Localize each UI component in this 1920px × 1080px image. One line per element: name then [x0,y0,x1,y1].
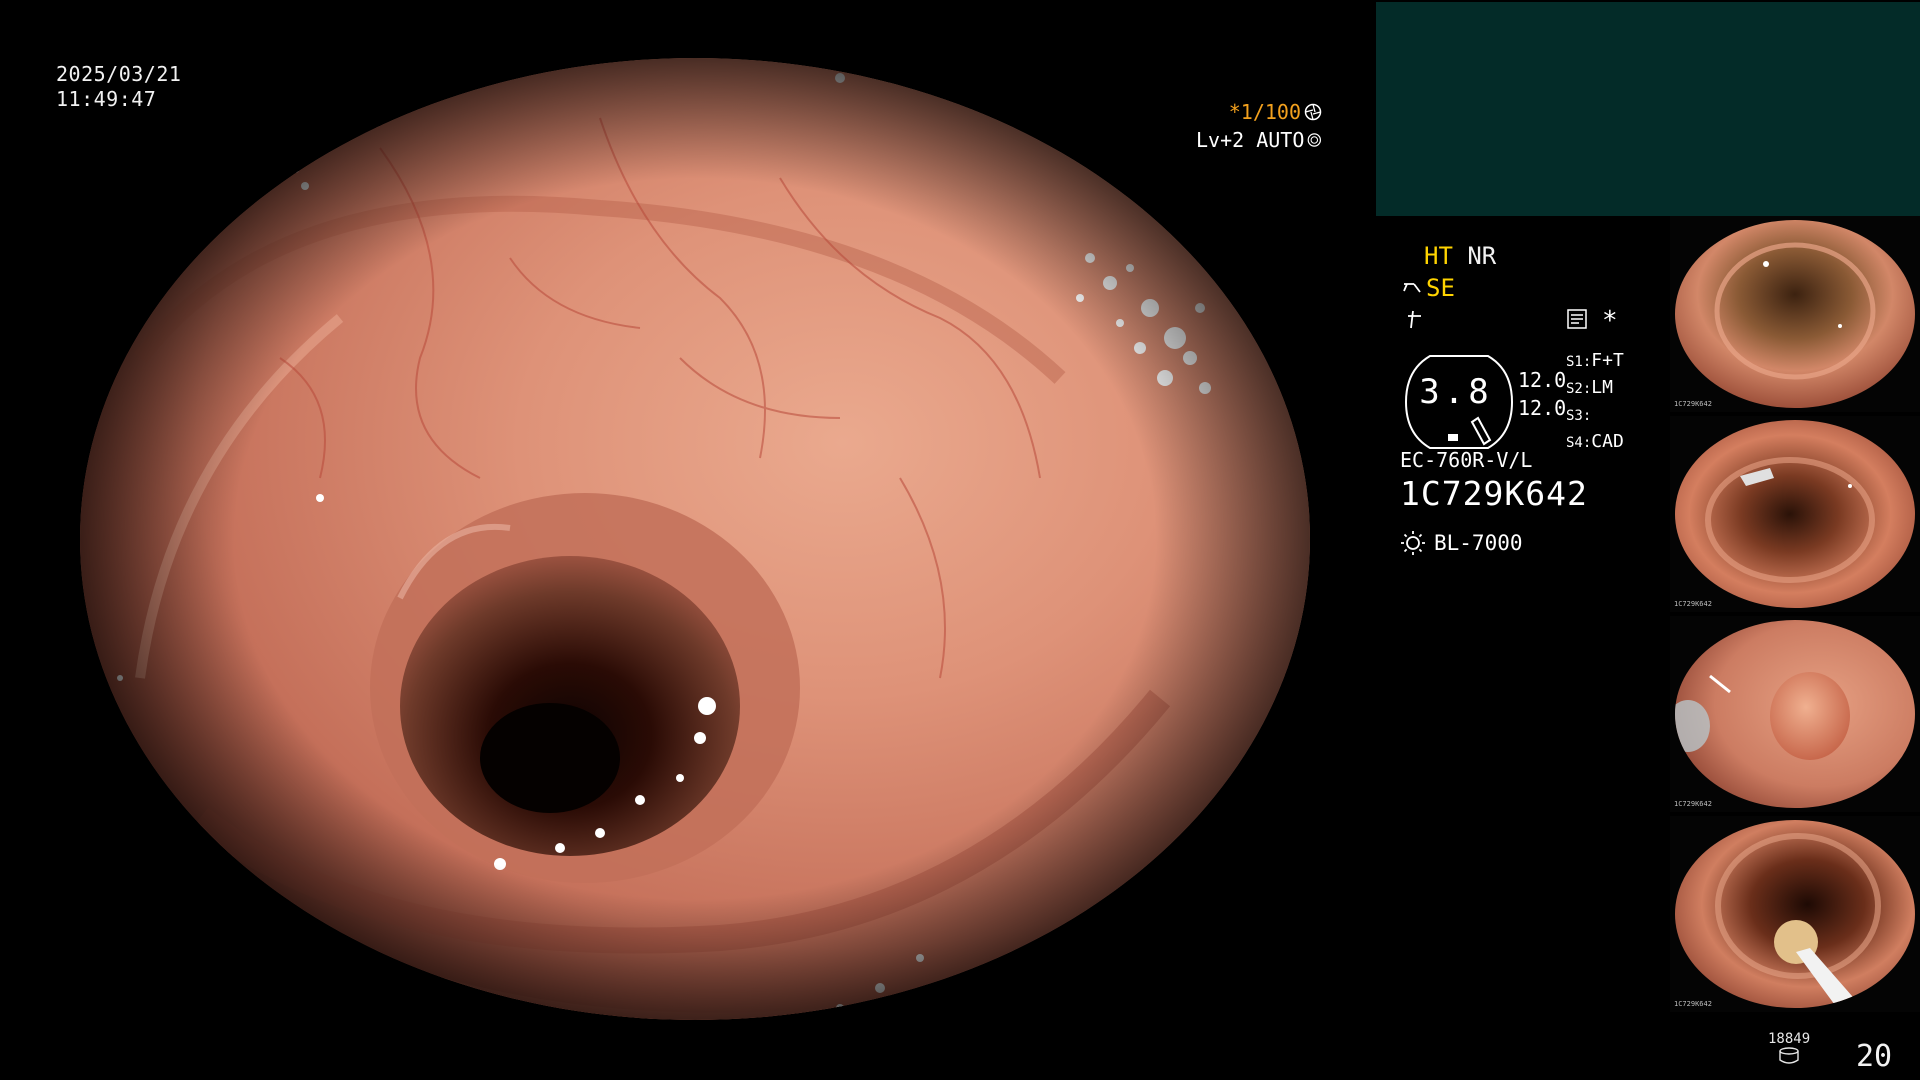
intensity-value-2: 12.0 [1518,396,1567,420]
slot-1: S1:F+T [1566,348,1624,375]
slot-label: S1: [1566,354,1592,370]
thumbnail[interactable]: 1C729K642 [1670,416,1920,612]
slot-2: S2:LM [1566,375,1624,402]
scope-serial: 1C729K642 [1400,474,1588,513]
processing-modes: HT NR [1424,242,1496,270]
thumbnail[interactable]: 1C729K642 [1670,816,1920,1012]
thumbnail-image [1675,420,1915,608]
stored-image-count: 18849 [1768,1031,1811,1047]
thumbnail-image [1675,220,1915,408]
light-source: BL-7000 [1400,530,1523,556]
thumbnail-strip: 1C729K642 1C729K642 1C729K642 1C729K642 [1670,216,1920,1016]
thumbnail[interactable]: 1C729K642 [1670,616,1920,812]
structure-enhance-icon [1403,283,1421,293]
slot-label: S2: [1566,381,1592,397]
structure-enhance: SE [1402,274,1455,302]
slot-3: S3: [1566,402,1624,429]
brightness-level: Lv+2 AUTO [1196,128,1305,152]
thumbnail-image [1675,820,1915,1008]
thumbnail-serial: 1C729K642 [1674,400,1712,408]
storage-icon [1779,1047,1799,1064]
thumbnail[interactable]: 1C729K642 [1670,216,1920,412]
thumbnail-serial: 1C729K642 [1674,800,1712,808]
thumbnail-image [1675,620,1915,808]
freeze-icon [1408,310,1421,329]
asterisk-mark: * [1602,306,1618,336]
scope-model: EC-760R-V/L [1400,448,1533,472]
slot-label: S3: [1566,408,1592,424]
gauge-value: 3.8 [1419,372,1493,412]
iris-icon [1307,133,1322,147]
exposure-readout: *1/100 Lv+2 AUTO [1196,98,1322,154]
nr-mode: NR [1467,242,1497,270]
thumbnail-serial: 1C729K642 [1674,1000,1712,1008]
memo-icon [1567,309,1587,329]
sun-icon [1401,531,1425,555]
thumbnail-serial: 1C729K642 [1674,600,1712,608]
settings-panel: HT NR SE * 3.8 12.0 12.0 S1:F+T S2:LM S3… [1376,216,1666,646]
intensity-values: 12.0 12.0 [1518,366,1566,422]
aperture-icon [1304,103,1322,121]
ht-mode: HT [1424,242,1453,270]
endoscopic-view [80,58,1310,1020]
colon-lumen-image [80,58,1310,1020]
slot-label: S4: [1566,435,1592,451]
intensity-value-1: 12.0 [1518,368,1567,392]
slot-value: LM [1591,377,1613,398]
page-number: 20 [1856,1039,1893,1074]
slot-value: F+T [1591,350,1624,371]
slot-value: CAD [1591,431,1624,452]
slot-4: S4:CAD [1566,429,1624,456]
enhance-mode: SE [1426,274,1455,302]
function-slots: S1:F+T S2:LM S3: S4:CAD [1566,348,1624,456]
shutter-speed: *1/100 [1228,100,1301,124]
info-panel-background [1376,2,1920,216]
light-source-name: BL-7000 [1434,531,1523,555]
